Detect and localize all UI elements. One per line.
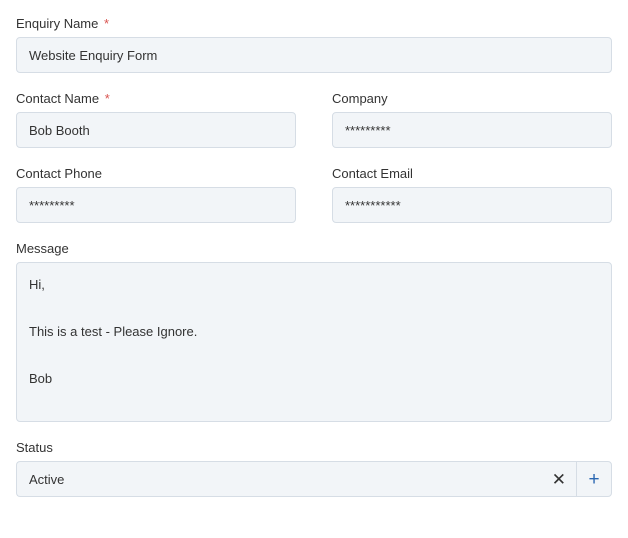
required-mark: *	[105, 91, 110, 106]
contact-phone-group: Contact Phone	[16, 166, 296, 223]
enquiry-name-label: Enquiry Name *	[16, 16, 612, 31]
contact-name-group: Contact Name *	[16, 91, 296, 148]
message-textarea[interactable]	[16, 262, 612, 422]
message-label: Message	[16, 241, 612, 256]
status-input[interactable]: Active ✕	[16, 461, 576, 497]
add-status-button[interactable]: +	[576, 461, 612, 497]
contact-name-label: Contact Name *	[16, 91, 296, 106]
required-mark: *	[104, 16, 109, 31]
status-value: Active	[29, 472, 64, 487]
close-icon[interactable]: ✕	[544, 471, 566, 488]
label-text: Contact Name	[16, 91, 99, 106]
status-group: Status Active ✕ +	[16, 440, 612, 497]
company-label: Company	[332, 91, 612, 106]
company-group: Company	[332, 91, 612, 148]
plus-icon: +	[588, 470, 599, 489]
contact-name-input[interactable]	[16, 112, 296, 148]
contact-email-label: Contact Email	[332, 166, 612, 181]
enquiry-name-group: Enquiry Name *	[16, 16, 612, 73]
company-input[interactable]	[332, 112, 612, 148]
contact-email-group: Contact Email	[332, 166, 612, 223]
status-label: Status	[16, 440, 612, 455]
contact-phone-label: Contact Phone	[16, 166, 296, 181]
contact-email-input[interactable]	[332, 187, 612, 223]
label-text: Enquiry Name	[16, 16, 98, 31]
contact-phone-input[interactable]	[16, 187, 296, 223]
message-group: Message	[16, 241, 612, 422]
enquiry-name-input[interactable]	[16, 37, 612, 73]
status-row: Active ✕ +	[16, 461, 612, 497]
